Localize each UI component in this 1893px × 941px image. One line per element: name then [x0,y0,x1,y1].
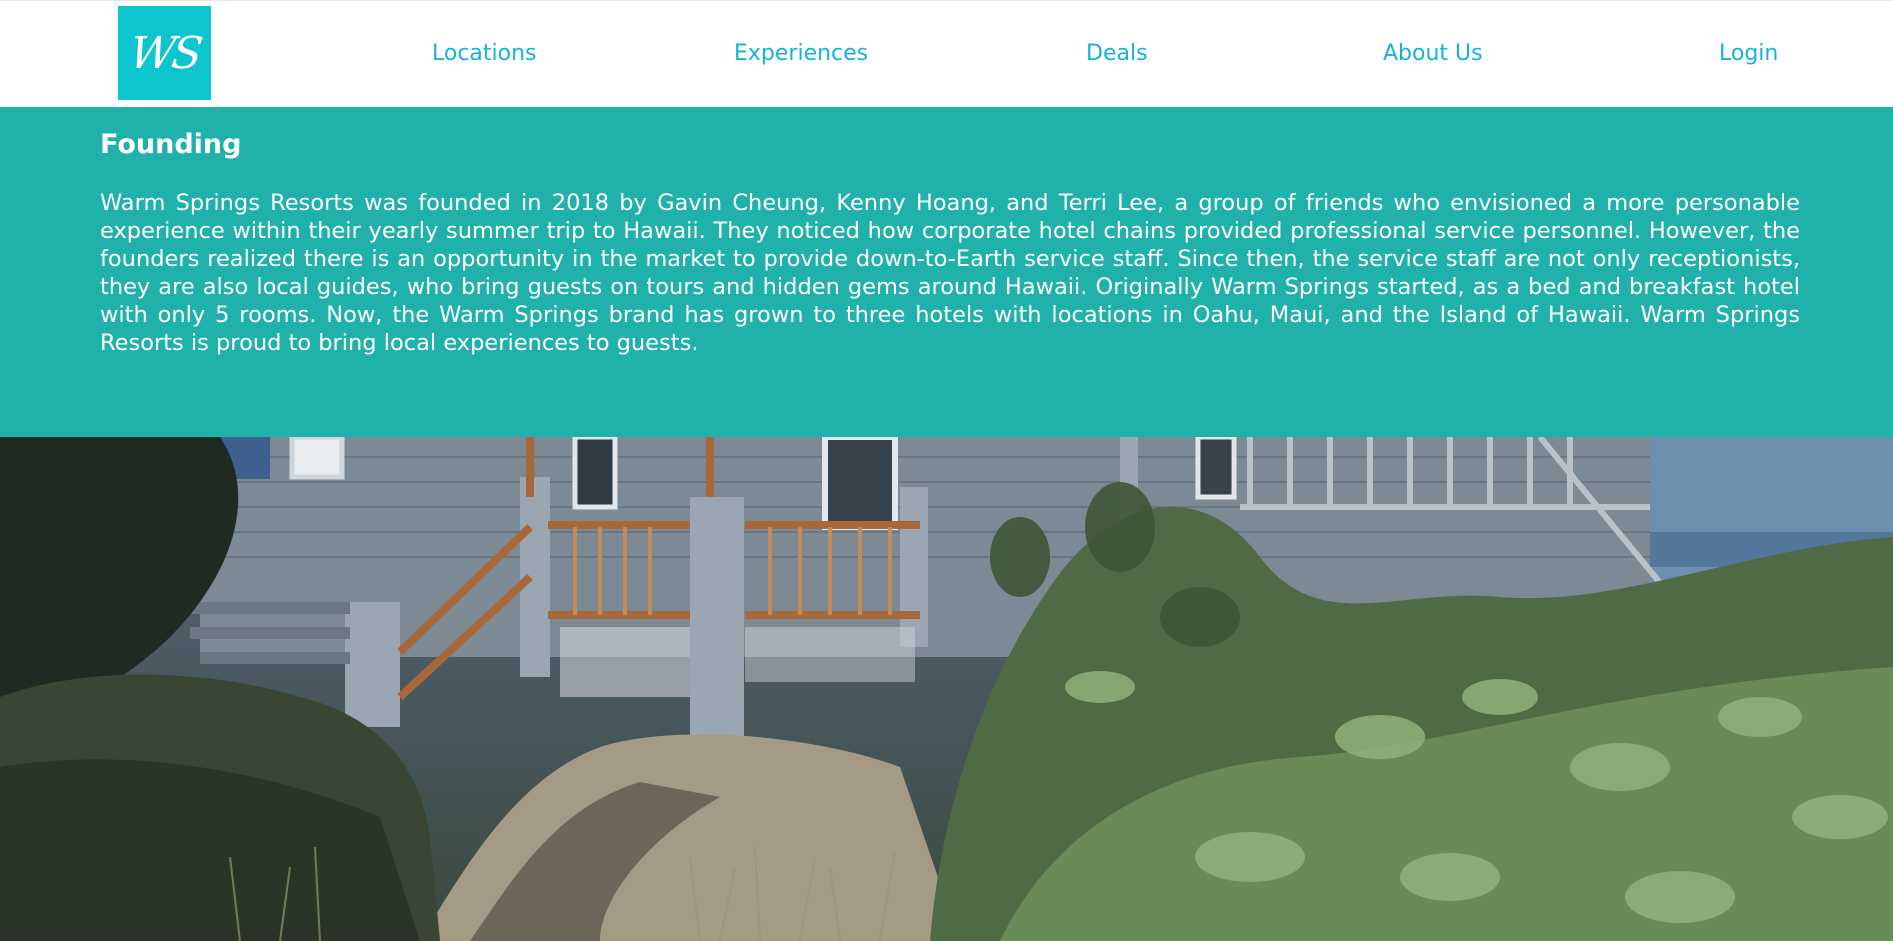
founding-heading: Founding [100,129,242,160]
nav-locations-link[interactable]: Locations [432,41,537,66]
window [1195,437,1237,500]
nav-deals-link[interactable]: Deals [1086,41,1148,66]
nav-about-us-link[interactable]: About Us [1383,41,1483,66]
window [289,437,345,480]
window [572,437,618,510]
founding-paragraph: Warm Springs Resorts was founded in 2018… [100,190,1800,356]
site-header: WS Locations Experiences Deals About Us … [0,0,1893,107]
window [822,437,898,530]
founding-section: Founding Warm Springs Resorts was founde… [0,107,1893,437]
lattice [560,627,690,697]
ws-logo[interactable]: WS [118,6,211,100]
nav-login-link[interactable]: Login [1719,41,1778,66]
resort-hero-photo [0,437,1893,941]
hero-illustration [0,437,1893,941]
nav-experiences-link[interactable]: Experiences [734,41,868,66]
logo-text: WS [126,27,203,79]
steps [180,602,350,664]
